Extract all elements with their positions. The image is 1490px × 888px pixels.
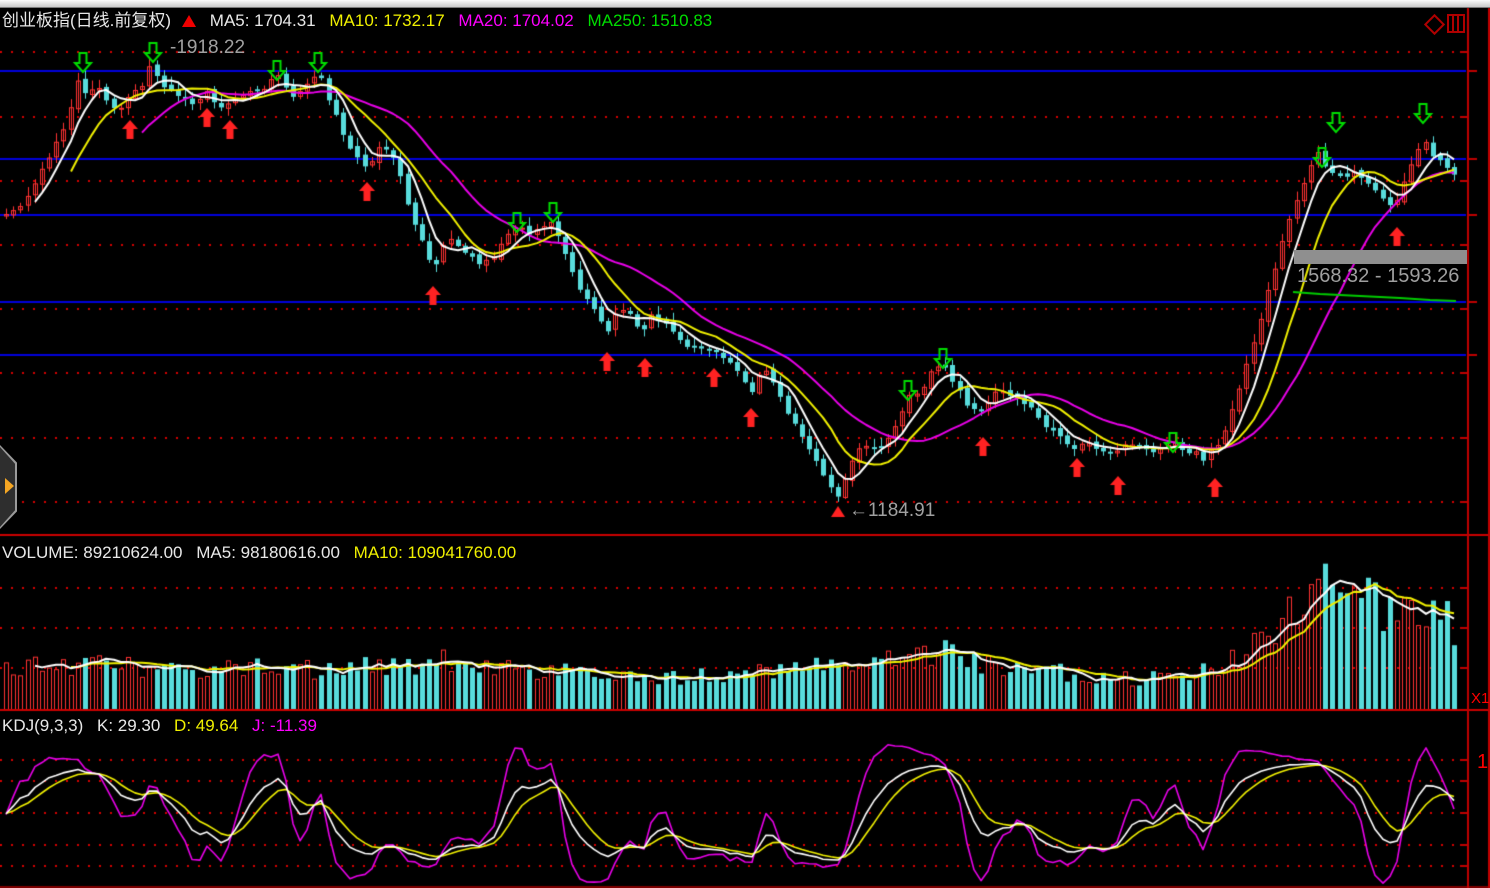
volume-value: VOLUME: 89210624.00 xyxy=(2,543,183,562)
high-price-annotation: -1918.22 xyxy=(170,37,245,59)
kdj-d-value: D: 49.64 xyxy=(174,716,238,735)
ma20-value: MA20: 1704.02 xyxy=(458,11,573,30)
ma10-value: MA10: 1732.17 xyxy=(329,11,444,30)
zoom-range-bar xyxy=(1294,250,1467,264)
kdj-name: KDJ(9,3,3) xyxy=(2,716,83,735)
instrument-title: 创业板指(日线.前复权) xyxy=(2,11,171,30)
chart-canvas[interactable] xyxy=(0,0,1490,888)
volume-ma5-value: MA5: 98180616.00 xyxy=(196,543,340,562)
volume-header: VOLUME: 89210624.00 MA5: 98180616.00 MA1… xyxy=(2,543,525,563)
kdj-j-value: J: -11.39 xyxy=(252,716,317,735)
up-arrow-icon xyxy=(182,15,196,27)
expand-arrow-icon xyxy=(5,478,14,494)
low-price-annotation: ←1184.91 xyxy=(849,500,935,522)
volume-ma10-value: MA10: 109041760.00 xyxy=(354,543,517,562)
ma5-value: MA5: 1704.31 xyxy=(210,11,316,30)
kdj-axis-label: 1 xyxy=(1477,751,1488,774)
main-chart-header: 创业板指(日线.前复权) MA5: 1704.31 MA10: 1732.17 … xyxy=(2,6,721,31)
kdj-header: KDJ(9,3,3) K: 29.30 D: 49.64 J: -11.39 xyxy=(2,716,326,736)
volume-scale-label: X1 xyxy=(1471,690,1489,707)
ma250-value: MA250: 1510.83 xyxy=(587,11,712,30)
trading-app-window: 创业板指(日线.前复权) MA5: 1704.31 MA10: 1732.17 … xyxy=(0,0,1490,888)
kdj-k-value: K: 29.30 xyxy=(97,716,160,735)
price-range-annotation: 1568.32 - 1593.26 xyxy=(1297,265,1459,288)
split-window-icon[interactable] xyxy=(1447,14,1465,33)
